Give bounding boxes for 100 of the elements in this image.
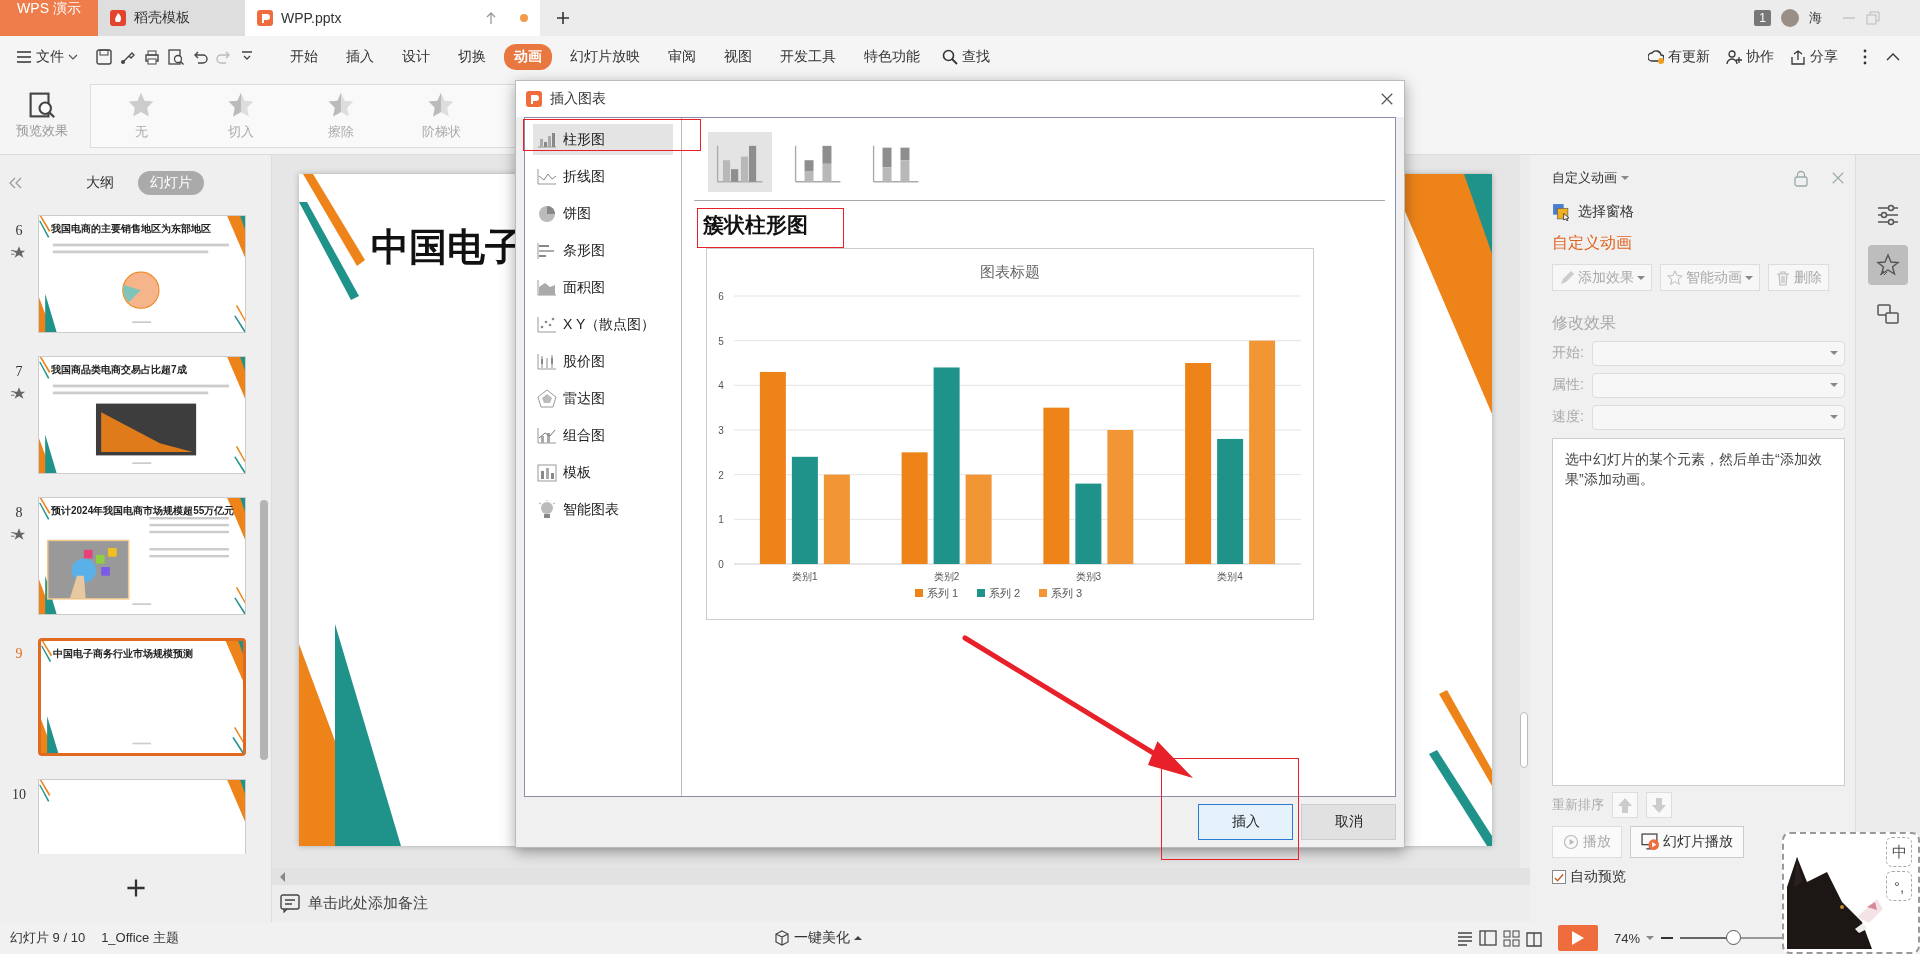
share-icon <box>1790 49 1806 65</box>
add-slide-icon[interactable] <box>125 878 146 898</box>
play-icon <box>1563 834 1579 850</box>
dialog-title: 插入图表 <box>550 90 606 108</box>
print-preview-icon[interactable] <box>168 49 184 65</box>
slide-thumbnail[interactable]: 我国商品类电商交易占比超7成 <box>38 356 246 474</box>
chart-type-item[interactable]: 柱形图 <box>533 124 673 155</box>
ribbon-tab[interactable]: 视图 <box>714 44 762 70</box>
reading-view-icon[interactable] <box>1525 929 1542 947</box>
slide-sorter-icon[interactable] <box>1502 929 1520 947</box>
ribbon-tab[interactable]: 开发工具 <box>770 44 846 70</box>
star-panel-button[interactable] <box>1868 245 1908 285</box>
print-icon[interactable] <box>144 49 160 65</box>
collapse-panel-icon[interactable] <box>8 176 22 189</box>
ribbon-tab[interactable]: 审阅 <box>658 44 706 70</box>
slide-counter: 幻灯片 9 / 10 <box>10 929 86 947</box>
chart-type-item[interactable]: X Y（散点图） <box>533 309 673 340</box>
search-button[interactable]: 查找 <box>936 44 996 70</box>
slider-thumb[interactable] <box>1725 930 1741 945</box>
auto-preview-checkbox[interactable]: 自动预览 <box>1552 868 1626 886</box>
chart-type-item[interactable]: 面积图 <box>533 272 673 303</box>
stripe-drawing <box>39 357 51 379</box>
clustered-column-option[interactable] <box>708 132 772 192</box>
section-title: 修改效果 <box>1552 313 1617 333</box>
ime-key[interactable]: °, <box>1886 871 1912 901</box>
field-label: 速度: <box>1552 408 1585 426</box>
notes-view-icon[interactable] <box>1456 930 1473 946</box>
ribbon-tab[interactable]: 切换 <box>448 44 496 70</box>
chart-type-item[interactable]: 折线图 <box>533 161 673 192</box>
scrollbar-thumb[interactable] <box>260 500 268 760</box>
chart-type-item[interactable]: 股价图 <box>533 346 673 377</box>
collab-button[interactable]: 协作 <box>1720 44 1780 70</box>
axis-tick-label: 0 <box>718 559 724 570</box>
ribbon-tab[interactable]: 特色功能 <box>854 44 930 70</box>
slide-title: 预计2024年我国电商市场规模超55万亿元 <box>51 504 235 518</box>
legend-label: 系列 3 <box>1051 587 1083 599</box>
dropdown-field[interactable] <box>1592 372 1845 398</box>
input-method-menu[interactable]: 中 °, <box>1782 832 1920 954</box>
cancel-button[interactable]: 取消 <box>1301 804 1396 840</box>
collapse-ribbon-icon[interactable] <box>1886 52 1900 62</box>
line-chart-icon <box>537 166 557 187</box>
start-slideshow-button[interactable] <box>1557 925 1598 951</box>
ime-key[interactable]: 中 <box>1886 837 1912 867</box>
pie-chart-icon <box>537 203 557 224</box>
ribbon-tab[interactable]: 幻灯片放映 <box>560 44 650 70</box>
insert-button[interactable]: 插入 <box>1198 804 1293 840</box>
chart-type-item[interactable]: 智能图表 <box>533 494 673 525</box>
beautify-button[interactable]: 一键美化 <box>767 925 868 951</box>
stripe-drawing <box>39 216 51 238</box>
category-label: 类别3 <box>1075 571 1102 582</box>
file-menu[interactable]: 文件 <box>10 44 84 70</box>
slideshow-button[interactable]: 幻灯片播放 <box>1630 826 1744 858</box>
slide-thumbnail[interactable]: 中国电子商务行业市场规模预测 <box>38 638 246 756</box>
selection-pane-link[interactable]: 选择窗格 <box>1578 203 1634 221</box>
scroll-left-icon[interactable] <box>280 871 285 882</box>
caret-icon <box>1830 415 1838 419</box>
chart-type-item[interactable]: 模板 <box>533 457 673 488</box>
slide-title: 中国电子商务行业市场规模预测 <box>53 647 193 661</box>
update-icon <box>1648 49 1664 65</box>
update-button[interactable]: 有更新 <box>1642 44 1716 70</box>
dropdown-field[interactable] <box>1592 404 1845 430</box>
stock-chart-icon <box>537 351 557 372</box>
slide-thumbnail[interactable]: 预计2024年我国电商市场规模超55万亿元 <box>38 497 246 615</box>
ribbon-tab[interactable]: 设计 <box>392 44 440 70</box>
avatar-icon[interactable] <box>1781 9 1799 27</box>
selection-pane-icon <box>1552 203 1570 221</box>
star-icon <box>1667 269 1683 286</box>
corner-triangle-drawing <box>227 216 245 258</box>
undo-icon[interactable] <box>192 49 208 65</box>
ribbon-tab[interactable]: 开始 <box>280 44 328 70</box>
legend-entry: 系列 1 <box>915 587 959 599</box>
document-tab[interactable]: WPP.pptx <box>245 0 540 36</box>
preview-icon <box>29 92 55 118</box>
plus-icon <box>556 11 570 25</box>
pane-title[interactable]: 自定义动画 <box>1552 169 1617 187</box>
scrollbar-thumb[interactable] <box>1520 712 1528 768</box>
notes-placeholder[interactable]: 单击此处添加备注 <box>308 894 428 913</box>
flame-icon <box>110 10 126 26</box>
template-chart-icon <box>537 462 557 483</box>
more-icon[interactable] <box>1862 49 1868 65</box>
slide-thumbnail[interactable]: 我国电商的主要销售地区为东部地区 <box>38 215 246 333</box>
axis-tick-label: 6 <box>718 291 724 302</box>
check-icon <box>1553 871 1565 883</box>
axis-tick-label: 2 <box>718 469 724 481</box>
ribbon-tab[interactable]: 插入 <box>336 44 384 70</box>
slideshow-icon <box>1641 833 1659 851</box>
save-icon[interactable] <box>96 49 112 65</box>
chart-type-item[interactable]: 雷达图 <box>533 383 673 414</box>
document-tab[interactable]: 稻壳模板 <box>98 0 245 36</box>
zoom-level[interactable]: 74% <box>1613 930 1640 946</box>
view-tab[interactable]: 大纲 <box>74 170 126 195</box>
lock-icon[interactable] <box>1793 169 1809 187</box>
chart-type-item[interactable]: 饼图 <box>533 198 673 229</box>
chart-type-item[interactable]: 组合图 <box>533 420 673 451</box>
close-icon[interactable] <box>1380 92 1394 106</box>
share-button[interactable]: 分享 <box>1784 44 1844 70</box>
normal-view-icon[interactable] <box>1478 929 1497 947</box>
dropdown-field[interactable] <box>1592 340 1845 366</box>
chart-type-item[interactable]: 条形图 <box>533 235 673 266</box>
slide-title: 我国电商的主要销售地区为东部地区 <box>51 222 211 236</box>
